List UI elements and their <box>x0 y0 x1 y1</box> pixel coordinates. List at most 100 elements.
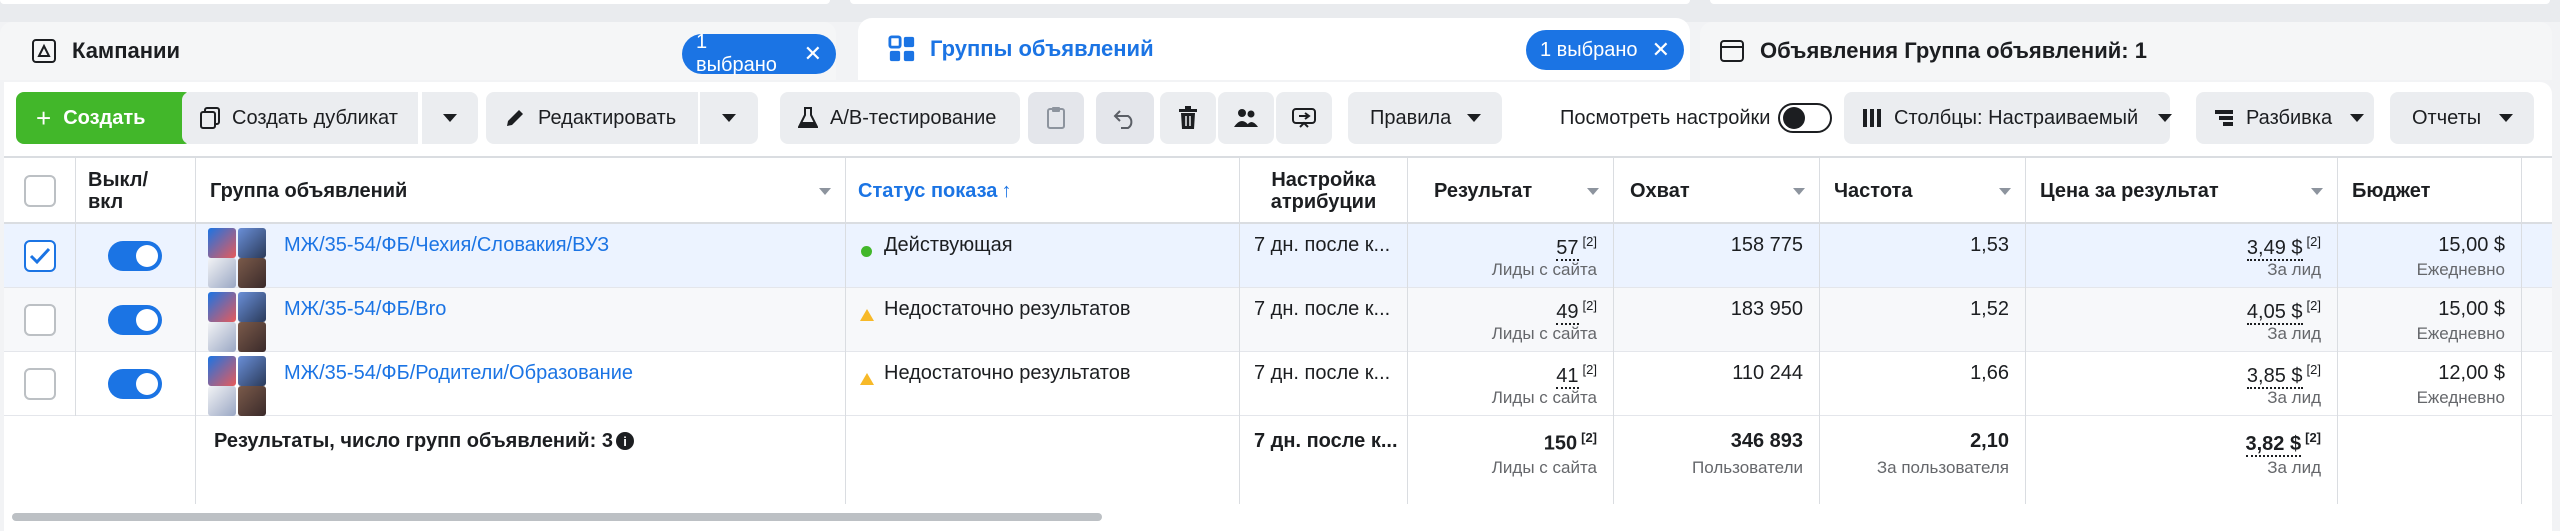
ad-thumbnail <box>208 258 236 288</box>
header-toggle[interactable]: Выкл/ вкл <box>76 158 196 224</box>
header-frequency-label: Частота <box>1834 179 1913 202</box>
reach-value: 158 775 <box>1730 234 1803 256</box>
breakdown-button[interactable]: Разбивка <box>2196 92 2374 144</box>
adsets-selected-badge[interactable]: 1 выбрано ✕ <box>1526 30 1684 70</box>
row-cost-cell: 4,05 $ [2] За лид <box>2026 288 2338 352</box>
row-attribution-cell: 7 дн. после к... <box>1240 288 1408 352</box>
header-frequency[interactable]: Частота <box>1820 158 2026 224</box>
delete-button[interactable] <box>1160 92 1216 144</box>
rules-button[interactable]: Правила <box>1348 92 1502 144</box>
info-icon[interactable]: i <box>616 432 634 450</box>
ad-thumbnail <box>208 356 236 386</box>
check-icon <box>29 247 51 265</box>
clear-selection-icon[interactable]: ✕ <box>804 41 822 67</box>
row-select-cell <box>4 224 76 288</box>
ab-test-button[interactable]: A/B-тестирование <box>780 92 1020 144</box>
row-reach-cell: 158 775 <box>1614 224 1820 288</box>
row-frequency-cell: 1,52 <box>1820 288 2026 352</box>
edit-button[interactable]: Редактировать <box>486 92 698 144</box>
rules-label: Правила <box>1370 106 1452 129</box>
chevron-down-icon <box>722 114 736 122</box>
toolbar: + Создать Создать дубликат Редактировать <box>4 92 2552 144</box>
sort-up-icon: ↑ <box>1001 179 1012 202</box>
chevron-down-icon <box>443 114 457 122</box>
header-attribution[interactable]: Настройка атрибуции <box>1240 158 1408 224</box>
chevron-down-icon <box>1999 188 2011 195</box>
cost-value: 3,49 $ [2] <box>2246 234 2321 261</box>
columns-label: Столбцы: Настраиваемый <box>1894 106 2139 129</box>
table-row[interactable]: МЖ/35-54/ФБ/Чехия/Словакия/ВУЗ Действующ… <box>4 224 2552 288</box>
cost-type: За лид <box>2267 260 2321 279</box>
duplicate-button[interactable]: Создать дубликат <box>182 92 418 144</box>
header-cost[interactable]: Цена за результат <box>2026 158 2338 224</box>
delivery-status: Действующая <box>884 234 1013 256</box>
header-attribution-label: Настройка атрибуции <box>1270 169 1377 213</box>
active-dot-icon <box>861 246 872 257</box>
delivery-status: Недостаточно результатов <box>884 362 1131 384</box>
preview-button[interactable] <box>1276 92 1332 144</box>
ad-thumbnail <box>238 292 266 322</box>
ad-thumbnail <box>238 228 266 258</box>
row-reach-cell: 110 244 <box>1614 352 1820 416</box>
table-row[interactable]: МЖ/35-54/ФБ/Bro Недостаточно результатов… <box>4 288 2552 352</box>
ad-thumbnail <box>208 228 236 258</box>
select-all-checkbox[interactable] <box>23 175 56 207</box>
adset-name-link[interactable]: МЖ/35-54/ФБ/Bro <box>284 298 446 321</box>
warning-icon <box>860 373 874 385</box>
row-status-cell: Недостаточно результатов <box>846 352 1240 416</box>
header-reach[interactable]: Охват <box>1614 158 1820 224</box>
reports-label: Отчеты <box>2412 106 2482 129</box>
plus-icon: + <box>36 102 52 133</box>
totals-reach-sub: Пользователи <box>1692 458 1803 477</box>
chevron-down-icon <box>1587 188 1599 195</box>
ab-test-label: A/B-тестирование <box>830 106 997 129</box>
warning-icon <box>860 309 874 321</box>
tab-adsets-label: Группы объявлений <box>930 36 1154 61</box>
delivery-toggle[interactable] <box>108 241 162 271</box>
top-strip-segment <box>1710 0 2550 4</box>
row-toggle-cell <box>76 288 196 352</box>
budget-value: 12,00 $ <box>2438 362 2505 384</box>
ad-thumbnail <box>238 386 266 416</box>
horizontal-scrollbar[interactable] <box>12 513 1102 521</box>
view-settings-toggle[interactable] <box>1778 103 1832 133</box>
adsets-selected-label: 1 выбрано <box>1540 38 1638 61</box>
totals-result-sub: Лиды с сайта <box>1491 458 1597 477</box>
row-checkbox[interactable] <box>24 240 56 272</box>
campaigns-selected-label: 1 выбрано <box>696 31 777 76</box>
row-checkbox[interactable] <box>24 368 56 400</box>
ad-thumbnail <box>208 322 236 352</box>
top-strip-segment <box>850 0 1690 4</box>
edit-dropdown[interactable] <box>700 92 758 144</box>
clear-selection-icon[interactable]: ✕ <box>1652 37 1670 63</box>
people-icon <box>1233 107 1259 129</box>
totals-row: Результаты, число групп объявлений: 3 i … <box>4 416 2552 504</box>
table-row[interactable]: МЖ/35-54/ФБ/Родители/Образование Недоста… <box>4 352 2552 416</box>
adset-name-link[interactable]: МЖ/35-54/ФБ/Чехия/Словакия/ВУЗ <box>284 234 609 257</box>
header-budget[interactable]: Бюджет <box>2338 158 2522 224</box>
totals-cost-cell: 3,82 $ [2] За лид <box>2026 416 2338 504</box>
audience-button[interactable] <box>1218 92 1274 144</box>
header-adset[interactable]: Группа объявлений <box>196 158 846 224</box>
clipboard-button[interactable] <box>1028 92 1084 144</box>
header-status[interactable]: Статус показа ↑ <box>846 158 1240 224</box>
delivery-toggle[interactable] <box>108 305 162 335</box>
tab-adsets[interactable]: Группы объявлений 1 выбрано ✕ <box>858 18 1690 80</box>
tab-campaigns[interactable]: Кампании 1 выбрано ✕ <box>0 22 836 80</box>
header-result[interactable]: Результат <box>1408 158 1614 224</box>
undo-button[interactable] <box>1096 92 1154 144</box>
columns-button[interactable]: Столбцы: Настраиваемый <box>1844 92 2173 144</box>
totals-reach: 346 893 <box>1730 430 1803 452</box>
budget-type: Ежедневно <box>2416 324 2505 343</box>
create-button[interactable]: + Создать <box>16 92 192 144</box>
duplicate-dropdown[interactable] <box>422 92 478 144</box>
columns-icon <box>1862 108 1882 128</box>
reports-button[interactable]: Отчеты <box>2390 92 2534 144</box>
delivery-toggle[interactable] <box>108 369 162 399</box>
result-value: 41 [2] <box>1556 362 1597 389</box>
row-attribution-cell: 7 дн. после к... <box>1240 224 1408 288</box>
campaigns-selected-badge[interactable]: 1 выбрано ✕ <box>682 31 836 76</box>
tab-ads[interactable]: Объявления Группа объявлений: 1 <box>1700 22 2552 80</box>
row-checkbox[interactable] <box>24 304 56 336</box>
adset-name-link[interactable]: МЖ/35-54/ФБ/Родители/Образование <box>284 362 633 385</box>
